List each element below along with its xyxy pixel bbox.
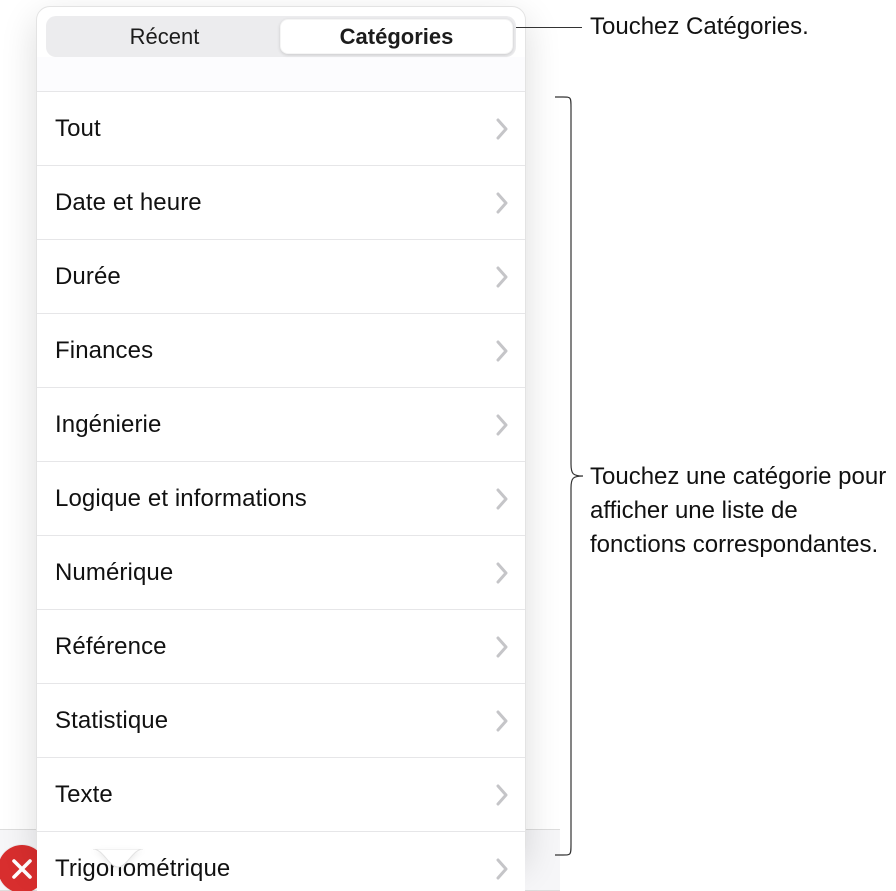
category-label: Texte: [55, 781, 113, 809]
chevron-right-icon: [495, 340, 509, 362]
close-icon: [9, 856, 35, 882]
category-label: Date et heure: [55, 189, 202, 217]
list-item[interactable]: Tout: [37, 92, 525, 166]
category-label: Trigonométrique: [55, 855, 230, 883]
chevron-right-icon: [495, 562, 509, 584]
list-item[interactable]: Durée: [37, 240, 525, 314]
chevron-right-icon: [495, 488, 509, 510]
chevron-right-icon: [495, 192, 509, 214]
list-item[interactable]: Finances: [37, 314, 525, 388]
category-label: Logique et informations: [55, 485, 307, 513]
segmented-control: Récent Catégories: [46, 16, 516, 57]
chevron-right-icon: [495, 414, 509, 436]
callout-leader-line: [516, 27, 582, 28]
tab-categories[interactable]: Catégories: [280, 19, 513, 54]
chevron-right-icon: [495, 118, 509, 140]
chevron-right-icon: [495, 710, 509, 732]
list-item[interactable]: Référence: [37, 610, 525, 684]
category-label: Finances: [55, 337, 153, 365]
category-label: Tout: [55, 115, 101, 143]
functions-popover: Récent Catégories Tout Date et heure: [36, 6, 526, 858]
list-item[interactable]: Trigonométrique: [37, 832, 525, 891]
list-item[interactable]: Date et heure: [37, 166, 525, 240]
chevron-right-icon: [495, 784, 509, 806]
callout-text: Touchez Catégories.: [590, 10, 890, 44]
chevron-right-icon: [495, 636, 509, 658]
list-item[interactable]: Numérique: [37, 536, 525, 610]
list-item[interactable]: Ingénierie: [37, 388, 525, 462]
tab-categories-label: Catégories: [340, 24, 454, 50]
category-label: Ingénierie: [55, 411, 161, 439]
tab-recent-label: Récent: [130, 24, 200, 50]
callout-text: Touchez une catégorie pour afficher une …: [590, 460, 890, 562]
category-label: Durée: [55, 263, 121, 291]
category-list: Tout Date et heure Durée Finances: [37, 91, 525, 891]
category-label: Numérique: [55, 559, 173, 587]
list-item[interactable]: Statistique: [37, 684, 525, 758]
list-item[interactable]: Logique et informations: [37, 462, 525, 536]
section-gap: [37, 57, 525, 91]
category-label: Référence: [55, 633, 167, 661]
category-label: Statistique: [55, 707, 168, 735]
tab-recent[interactable]: Récent: [49, 19, 280, 54]
callout-bracket-icon: [555, 96, 583, 856]
chevron-right-icon: [495, 266, 509, 288]
chevron-right-icon: [495, 858, 509, 880]
list-item[interactable]: Texte: [37, 758, 525, 832]
